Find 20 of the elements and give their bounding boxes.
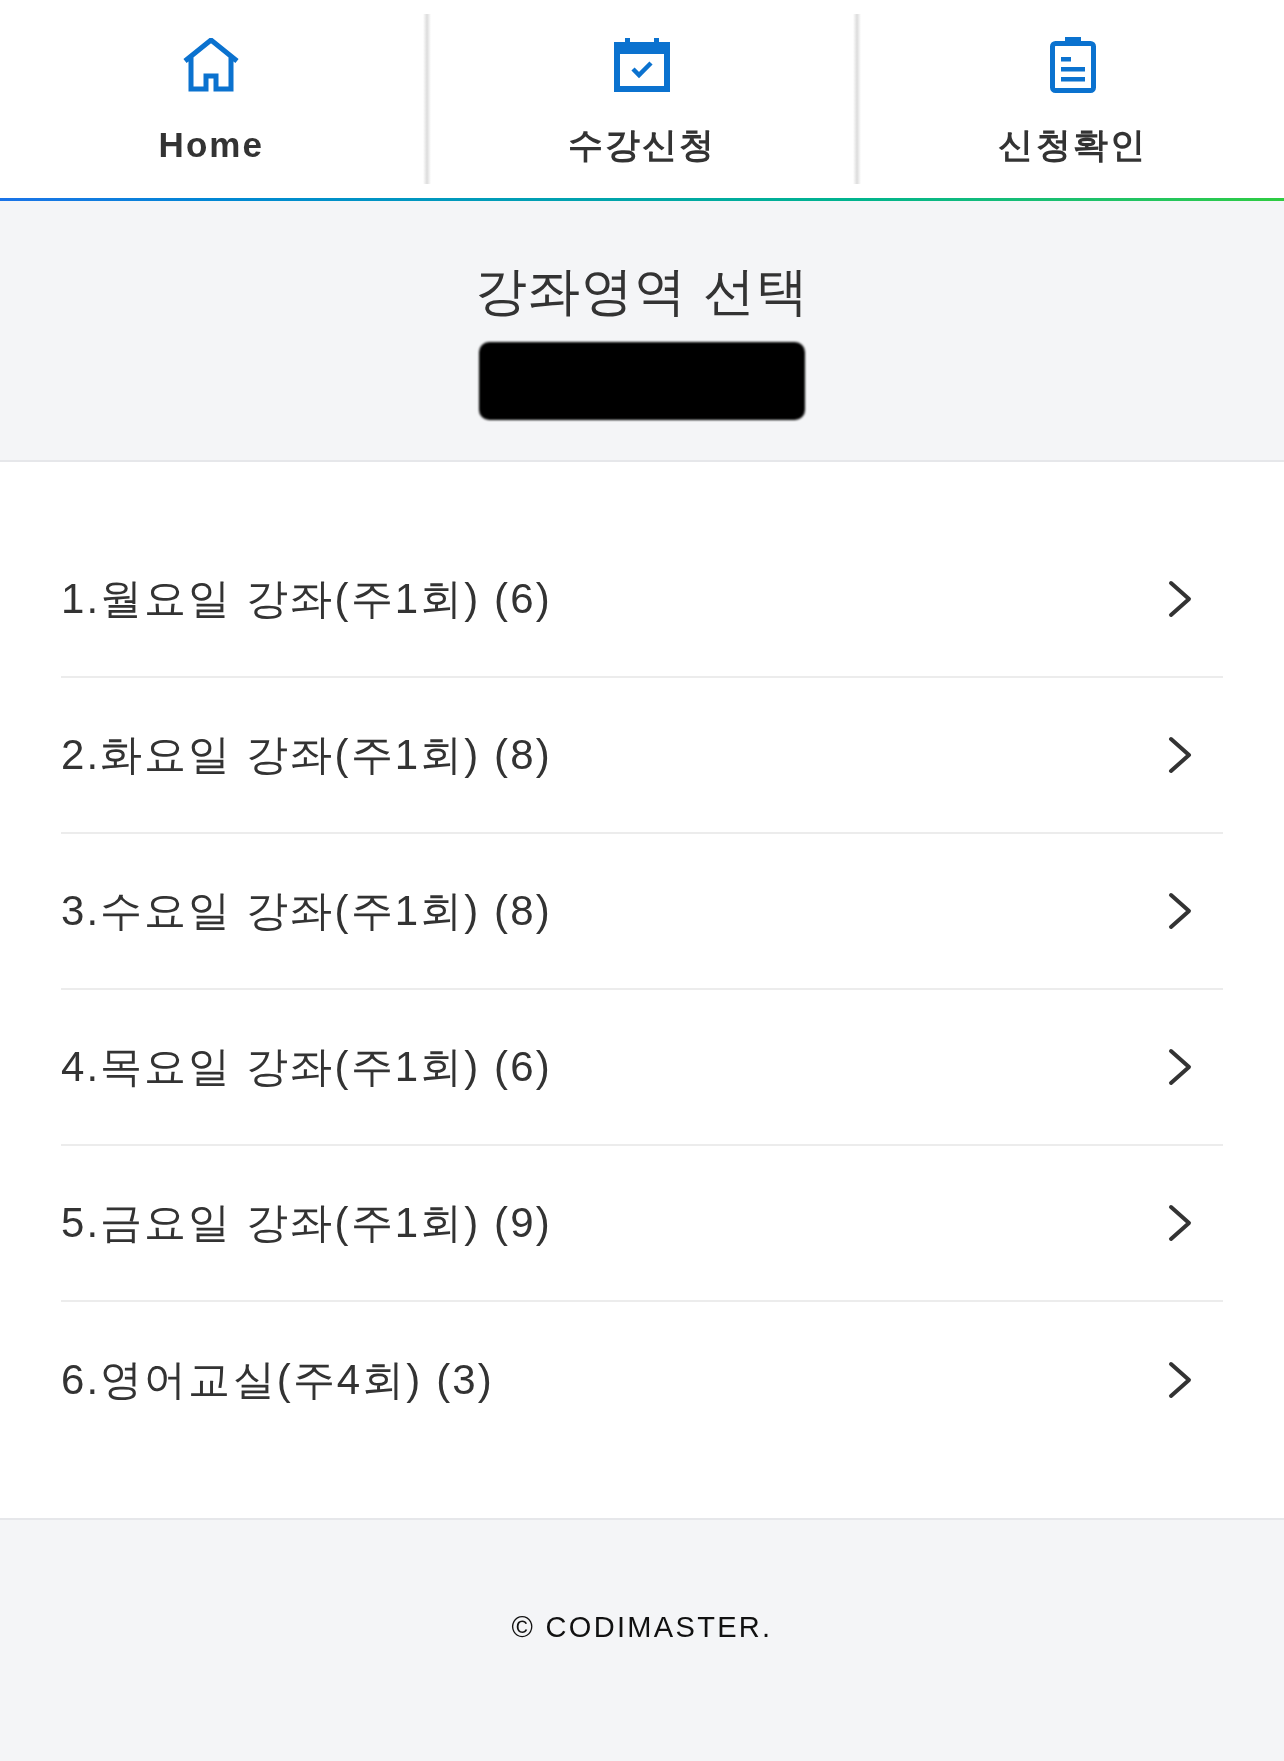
chevron-right-icon (1168, 736, 1193, 774)
calendar-check-icon (614, 38, 670, 92)
page-title: 강좌영역 선택 (475, 261, 809, 321)
home-icon (182, 38, 241, 92)
chevron-right-icon (1168, 892, 1193, 930)
course-area-item[interactable]: 1.월요일 강좌(주1회) (6) (61, 522, 1223, 678)
nav-tab[interactable]: 수강신청 (430, 0, 854, 198)
nav-tab[interactable]: 신청확인 (861, 0, 1284, 198)
course-area-item[interactable]: 4.목요일 강좌(주1회) (6) (61, 990, 1223, 1146)
course-area-item[interactable]: 5.금요일 강좌(주1회) (9) (61, 1146, 1223, 1302)
chevron-right-icon (1168, 1361, 1193, 1399)
clipboard-list-icon (1049, 37, 1096, 93)
chevron-right-icon (1168, 1204, 1193, 1242)
course-area-item[interactable]: 6.영어교실(주4회) (3) (61, 1302, 1223, 1458)
copyright-text: © CODIMASTER. (511, 1610, 773, 1645)
chevron-right-icon (1168, 580, 1193, 618)
course-area-item[interactable]: 2.화요일 강좌(주1회) (8) (61, 678, 1223, 834)
course-area-item[interactable]: 3.수요일 강좌(주1회) (8) (61, 834, 1223, 990)
chevron-right-icon (1168, 1048, 1193, 1086)
nav-tab[interactable]: Home (0, 0, 423, 198)
